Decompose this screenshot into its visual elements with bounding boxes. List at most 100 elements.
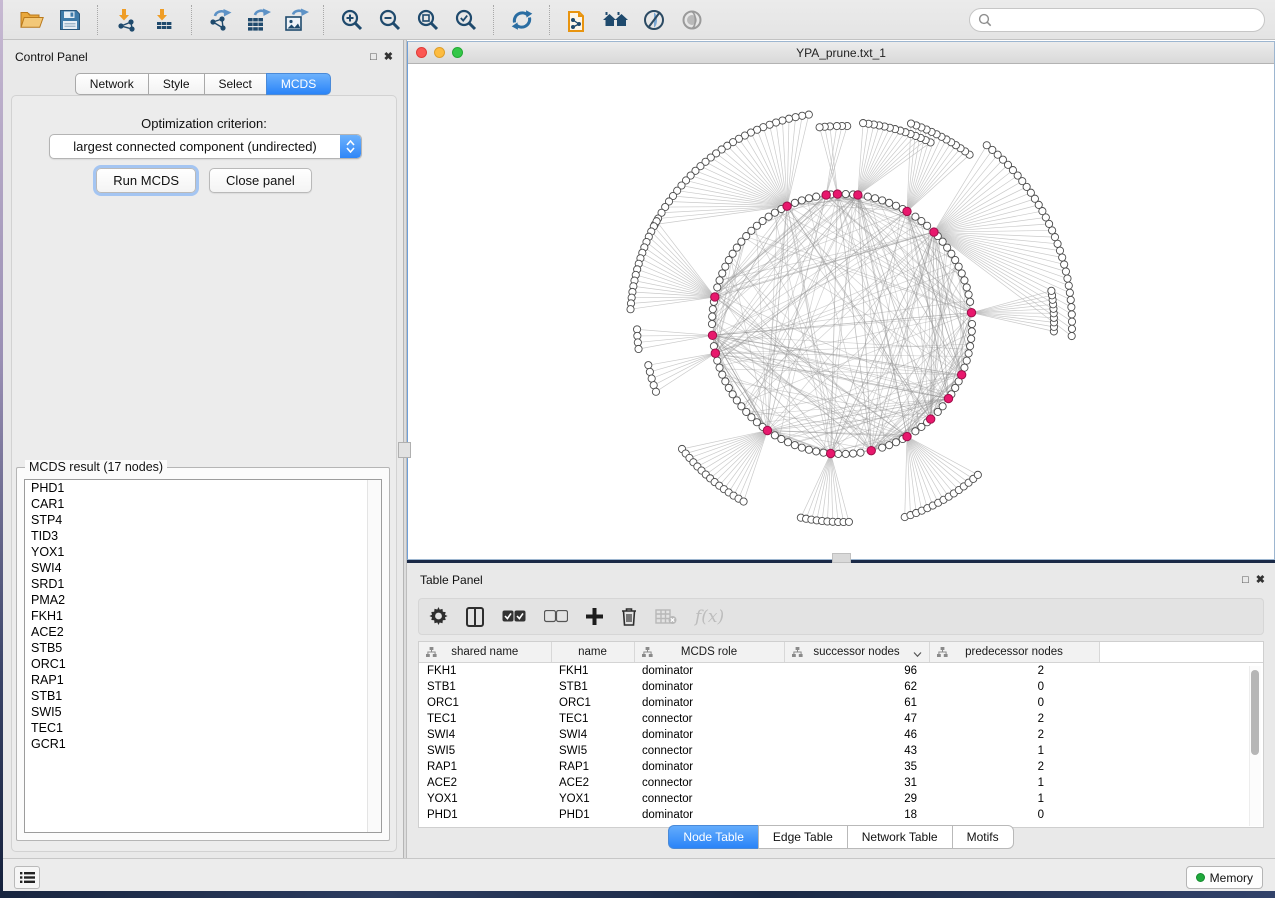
memory-button[interactable]: Memory xyxy=(1186,866,1263,889)
home-icon[interactable] xyxy=(597,4,635,36)
mcds-result-item[interactable]: ORC1 xyxy=(25,656,381,672)
table-cell[interactable]: connector xyxy=(634,775,784,791)
share-network-icon[interactable] xyxy=(559,4,597,36)
table-scrollbar[interactable] xyxy=(1249,666,1261,826)
mcds-result-item[interactable]: FKH1 xyxy=(25,608,381,624)
table-row[interactable]: PHD1PHD1dominator180 xyxy=(419,807,1263,823)
table-row[interactable]: TEC1TEC1connector472 xyxy=(419,711,1263,727)
table-cell[interactable]: connector xyxy=(634,711,784,727)
table-cell[interactable]: 2 xyxy=(929,711,1099,727)
open-file-icon[interactable] xyxy=(13,4,51,36)
import-network-icon[interactable] xyxy=(107,4,145,36)
save-session-icon[interactable] xyxy=(51,4,89,36)
mcds-result-item[interactable]: PHD1 xyxy=(25,480,381,496)
table-cell[interactable]: RAP1 xyxy=(419,759,551,775)
mcds-list-scrollbar[interactable] xyxy=(367,480,381,832)
network-graph[interactable] xyxy=(408,64,1272,558)
criterion-select[interactable]: largest connected component (undirected) xyxy=(49,134,362,159)
tab-edge-table[interactable]: Edge Table xyxy=(758,825,847,849)
table-row[interactable]: YOX1YOX1connector291 xyxy=(419,791,1263,807)
table-cell[interactable]: ORC1 xyxy=(419,695,551,711)
tab-network[interactable]: Network xyxy=(75,73,148,95)
zoom-selected-icon[interactable] xyxy=(447,4,485,36)
table-cell[interactable]: 61 xyxy=(784,695,929,711)
table-cell[interactable]: TEC1 xyxy=(419,711,551,727)
export-table-icon[interactable] xyxy=(239,4,277,36)
table-cell[interactable]: YOX1 xyxy=(419,791,551,807)
tab-select[interactable]: Select xyxy=(204,73,266,95)
tab-style[interactable]: Style xyxy=(148,73,204,95)
table-cell[interactable]: STB1 xyxy=(551,679,634,695)
table-cell[interactable]: SWI4 xyxy=(551,727,634,743)
mcds-result-item[interactable]: STB1 xyxy=(25,688,381,704)
search-field[interactable] xyxy=(969,8,1265,32)
table-cell[interactable]: connector xyxy=(634,743,784,759)
export-network-icon[interactable] xyxy=(201,4,239,36)
float-window-icon[interactable]: □ xyxy=(370,52,377,63)
column-header-predecessor-nodes[interactable]: predecessor nodes xyxy=(929,642,1099,663)
table-cell[interactable]: 35 xyxy=(784,759,929,775)
table-cell[interactable]: 31 xyxy=(784,775,929,791)
vertical-splitter-handle[interactable] xyxy=(398,442,411,458)
table-cell[interactable]: 1 xyxy=(929,775,1099,791)
table-cell[interactable]: 29 xyxy=(784,791,929,807)
table-cell[interactable]: 47 xyxy=(784,711,929,727)
tab-network-table[interactable]: Network Table xyxy=(847,825,952,849)
table-row[interactable]: SWI4SWI4dominator462 xyxy=(419,727,1263,743)
export-image-icon[interactable] xyxy=(277,4,315,36)
table-cell[interactable]: TEC1 xyxy=(551,711,634,727)
table-cell[interactable]: PHD1 xyxy=(551,807,634,823)
mcds-result-item[interactable]: STP4 xyxy=(25,512,381,528)
table-cell[interactable]: dominator xyxy=(634,727,784,743)
tab-node-table[interactable]: Node Table xyxy=(668,825,758,849)
table-row[interactable]: FKH1FKH1dominator962 xyxy=(419,663,1263,680)
table-cell[interactable]: dominator xyxy=(634,695,784,711)
table-cell[interactable]: ORC1 xyxy=(551,695,634,711)
column-header-successor-nodes[interactable]: successor nodes xyxy=(784,642,929,663)
table-cell[interactable]: SWI4 xyxy=(419,727,551,743)
table-cell[interactable]: 2 xyxy=(929,759,1099,775)
show-columns-icon[interactable] xyxy=(466,607,484,627)
show-graphics-details-icon[interactable] xyxy=(673,4,711,36)
mcds-result-item[interactable]: SRD1 xyxy=(25,576,381,592)
table-cell[interactable]: connector xyxy=(634,791,784,807)
close-panel-icon[interactable]: ✖ xyxy=(1256,575,1265,586)
zoom-in-icon[interactable] xyxy=(333,4,371,36)
table-cell[interactable]: 2 xyxy=(929,727,1099,743)
table-row[interactable]: STB1STB1dominator620 xyxy=(419,679,1263,695)
table-cell[interactable]: ACE2 xyxy=(551,775,634,791)
table-row[interactable]: ORC1ORC1dominator610 xyxy=(419,695,1263,711)
horizontal-splitter-handle[interactable] xyxy=(832,553,851,563)
table-cell[interactable]: 1 xyxy=(929,791,1099,807)
table-cell[interactable]: dominator xyxy=(634,807,784,823)
select-all-columns-icon[interactable] xyxy=(502,610,526,623)
mcds-result-item[interactable]: CAR1 xyxy=(25,496,381,512)
table-cell[interactable]: PHD1 xyxy=(419,807,551,823)
search-input[interactable] xyxy=(997,12,1256,28)
table-cell[interactable]: ACE2 xyxy=(419,775,551,791)
table-cell[interactable]: YOX1 xyxy=(551,791,634,807)
mcds-result-item[interactable]: YOX1 xyxy=(25,544,381,560)
mcds-result-item[interactable]: PMA2 xyxy=(25,592,381,608)
table-cell[interactable]: 2 xyxy=(929,663,1099,680)
table-cell[interactable]: 46 xyxy=(784,727,929,743)
close-panel-icon[interactable]: ✖ xyxy=(384,52,393,63)
mcds-result-item[interactable]: SWI5 xyxy=(25,704,381,720)
hide-graphics-details-icon[interactable] xyxy=(635,4,673,36)
table-cell[interactable]: SWI5 xyxy=(551,743,634,759)
table-cell[interactable]: 0 xyxy=(929,807,1099,823)
table-cell[interactable]: dominator xyxy=(634,759,784,775)
close-panel-button[interactable]: Close panel xyxy=(209,168,312,193)
tab-motifs[interactable]: Motifs xyxy=(952,825,1014,849)
network-canvas[interactable] xyxy=(408,64,1274,558)
zoom-fit-icon[interactable] xyxy=(409,4,447,36)
node-table[interactable]: shared namenameMCDS rolesuccessor nodesp… xyxy=(418,641,1264,828)
mcds-result-item[interactable]: GCR1 xyxy=(25,736,381,752)
table-scrollbar-thumb[interactable] xyxy=(1251,670,1259,755)
table-row[interactable]: SWI5SWI5connector431 xyxy=(419,743,1263,759)
table-settings-gear-icon[interactable] xyxy=(429,607,448,626)
column-header-MCDS-role[interactable]: MCDS role xyxy=(634,642,784,663)
float-window-icon[interactable]: □ xyxy=(1242,575,1249,586)
table-cell[interactable]: FKH1 xyxy=(551,663,634,680)
table-cell[interactable]: dominator xyxy=(634,679,784,695)
